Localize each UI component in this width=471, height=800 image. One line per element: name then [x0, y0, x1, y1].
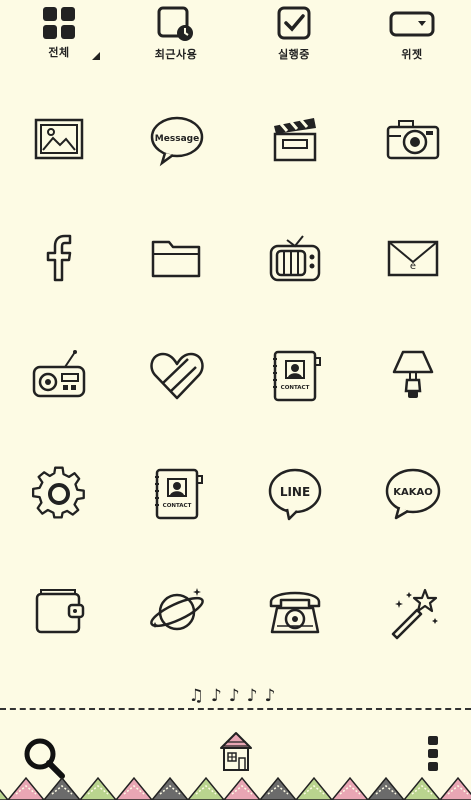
zigzag-triangle — [43, 776, 81, 800]
app-contacts[interactable]: CONTACT — [245, 326, 345, 426]
app-line[interactable]: LINE — [245, 444, 345, 544]
tab-running[interactable]: 실행중 — [249, 6, 339, 62]
zigzag-triangle — [259, 776, 297, 800]
clapperboard-icon — [273, 118, 317, 162]
envelope-icon: e — [387, 240, 439, 277]
heart-icon — [150, 352, 204, 400]
app-kakao[interactable]: KAKAO — [363, 444, 463, 544]
app-wallet[interactable] — [9, 562, 109, 662]
app-planet[interactable] — [127, 562, 227, 662]
gear-icon — [31, 466, 85, 519]
tab-recent-label: 최근사용 — [154, 48, 198, 61]
running-check-icon — [277, 6, 311, 40]
lamp-icon — [392, 350, 434, 398]
app-radio[interactable] — [9, 326, 109, 426]
line-bubble-icon: LINE — [268, 468, 322, 521]
category-tabs: 전체 최근사용 실행중 위젯 — [0, 0, 471, 70]
app-video[interactable] — [245, 90, 345, 190]
facebook-icon: f — [29, 228, 72, 282]
app-magic-wand[interactable] — [363, 562, 463, 662]
recent-icon — [157, 6, 193, 41]
zigzag-triangle — [7, 776, 45, 800]
dock-divider — [0, 708, 471, 710]
magic-wand-icon — [391, 588, 438, 640]
tab-running-label: 실행중 — [278, 48, 310, 61]
tab-widget-label: 위젯 — [401, 48, 423, 61]
wallet-icon — [35, 589, 85, 634]
zigzag-triangle — [331, 776, 369, 800]
app-settings[interactable] — [9, 444, 109, 544]
telephone-icon — [269, 591, 321, 634]
contact-icon-text: CONTACT — [163, 503, 192, 509]
gallery-icon — [34, 118, 84, 160]
app-tv[interactable] — [245, 208, 345, 308]
tab-all-label: 전체 — [48, 46, 70, 59]
tab-widget[interactable]: 위젯 — [367, 6, 457, 62]
zigzag-triangle — [0, 789, 9, 800]
more-vertical-icon — [428, 736, 438, 771]
app-favorites[interactable] — [127, 326, 227, 426]
contact-book-icon: CONTACT — [273, 350, 321, 402]
sort-caret-icon[interactable] — [92, 52, 100, 60]
radio-icon — [32, 350, 86, 398]
zigzag-triangle — [79, 776, 117, 800]
line-icon-text: LINE — [280, 485, 310, 499]
app-camera[interactable] — [363, 90, 463, 190]
zigzag-triangle — [439, 776, 471, 800]
app-gallery[interactable] — [9, 90, 109, 190]
contact-book-icon: CONTACT — [155, 468, 203, 520]
email-icon-text: e — [410, 261, 416, 272]
folder-icon — [151, 240, 201, 278]
zigzag-triangle — [367, 776, 405, 800]
app-facebook[interactable]: f — [9, 208, 109, 308]
facebook-icon-text: f — [29, 228, 30, 229]
app-files[interactable] — [127, 208, 227, 308]
house-icon — [220, 732, 252, 771]
planet-icon — [150, 588, 204, 631]
music-notes-decoration: ♫♪♪♪♪ — [188, 686, 283, 706]
search-icon — [24, 738, 65, 779]
app-phone[interactable] — [245, 562, 345, 662]
tv-icon — [269, 235, 321, 282]
zigzag-triangle — [187, 776, 225, 800]
grid-icon — [43, 7, 75, 39]
camera-icon — [386, 120, 440, 160]
zigzag-triangle — [403, 776, 441, 800]
app-message[interactable]: Message — [127, 90, 227, 190]
zigzag-triangle — [115, 776, 153, 800]
message-icon-text: Message — [155, 134, 199, 144]
contact-icon-text: CONTACT — [281, 385, 310, 391]
app-contacts-2[interactable]: CONTACT — [127, 444, 227, 544]
kakao-icon-text: KAKAO — [393, 487, 432, 498]
widget-icon — [389, 11, 435, 37]
zigzag-triangle — [151, 776, 189, 800]
home-button[interactable] — [218, 728, 254, 778]
zigzag-border-decoration — [0, 776, 471, 800]
kakao-bubble-icon: KAKAO — [385, 468, 441, 520]
menu-button[interactable] — [426, 734, 440, 778]
zigzag-triangle — [295, 776, 333, 800]
app-lamp[interactable] — [363, 326, 463, 426]
zigzag-triangle — [223, 776, 261, 800]
tab-recent[interactable]: 최근사용 — [131, 6, 221, 62]
tab-all[interactable]: 전체 — [14, 6, 104, 60]
message-bubble-icon: Message — [150, 116, 204, 167]
app-email[interactable]: e — [363, 208, 463, 308]
